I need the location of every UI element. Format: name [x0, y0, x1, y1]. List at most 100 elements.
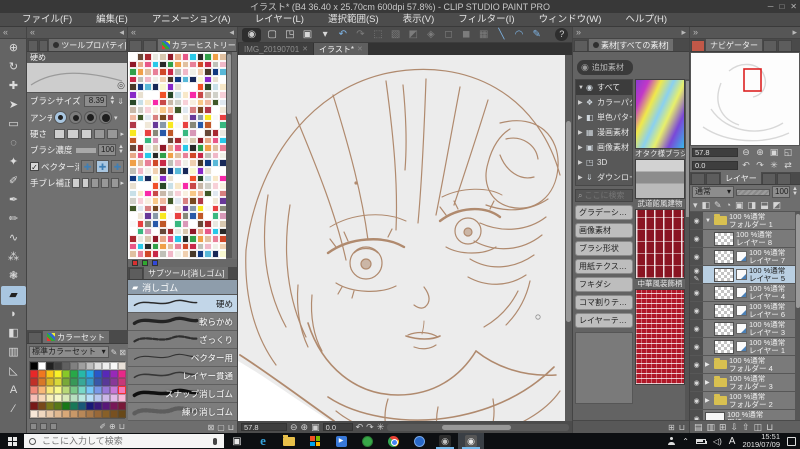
tab-material[interactable]: 素材[すべての素材]	[589, 39, 673, 51]
color-history-swatch[interactable]	[211, 83, 219, 91]
color-history-swatch[interactable]	[136, 60, 144, 69]
color-history-swatch[interactable]	[129, 189, 137, 198]
layer-row[interactable]: ◉ 100 %通常 レイヤー 4	[690, 284, 800, 302]
color-history-swatch[interactable]	[196, 174, 204, 183]
mask-icon[interactable]: ⬓	[760, 200, 769, 211]
color-set-swatch[interactable]	[30, 378, 38, 386]
menu-item-6[interactable]: 表示(V)	[391, 13, 447, 27]
color-history-swatch[interactable]	[211, 128, 219, 137]
color-history-swatch[interactable]	[144, 60, 152, 69]
color-history-swatch[interactable]	[136, 113, 144, 122]
color-history-swatch[interactable]	[181, 128, 189, 137]
chevron-left-icon[interactable]: ◂	[119, 27, 124, 38]
color-history-swatch[interactable]	[189, 121, 197, 129]
color-history-swatch[interactable]	[204, 159, 212, 167]
eraser-tool[interactable]: ▰	[1, 286, 26, 305]
color-history-swatch[interactable]	[204, 60, 212, 69]
merge-down-icon[interactable]: ⇩	[731, 422, 739, 433]
color-history-swatch[interactable]	[144, 128, 152, 137]
color-history-swatch[interactable]	[166, 128, 174, 137]
color-set-swatch[interactable]	[70, 410, 78, 418]
color-set-swatch[interactable]	[46, 378, 54, 386]
color-set-option-icon[interactable]	[50, 422, 57, 430]
material-thumbnail[interactable]	[635, 289, 685, 385]
color-history-swatch[interactable]	[204, 106, 212, 114]
material-tag-button[interactable]: レイヤーテンプレート	[575, 313, 633, 328]
reference-layer-icon[interactable]: ◔	[726, 200, 731, 210]
color-history-swatch[interactable]	[189, 189, 197, 198]
layer-visibility-gutter[interactable]: ◉	[690, 248, 703, 265]
color-set-swatch[interactable]	[78, 386, 86, 394]
stabilization-step[interactable]	[110, 178, 119, 188]
sub-tool-item[interactable]: レイヤー貫通	[128, 367, 237, 386]
material-tag-button[interactable]: 画像素材	[575, 223, 633, 238]
color-history-swatch[interactable]	[174, 189, 182, 198]
color-history-swatch[interactable]	[174, 250, 182, 259]
color-history-swatch[interactable]	[196, 204, 204, 213]
rotate-left-button[interactable]: ↶	[356, 422, 364, 432]
stabilization-step[interactable]	[101, 178, 109, 188]
stabilization-step[interactable]	[72, 178, 80, 188]
color-history-swatch[interactable]	[129, 182, 137, 190]
canvas-rotation-slider[interactable]: 0.0	[322, 423, 353, 431]
color-set-swatch[interactable]	[110, 386, 118, 394]
color-history-swatch[interactable]	[129, 128, 137, 137]
folder-expand-icon[interactable]: ▶	[705, 361, 712, 368]
color-history-swatch[interactable]	[211, 144, 219, 152]
color-history-swatch[interactable]	[189, 242, 197, 251]
volume-icon[interactable]: ◁)	[713, 437, 722, 446]
edit-color-set-icon[interactable]: ✎	[111, 348, 118, 357]
color-history-swatch[interactable]	[159, 227, 167, 236]
layer-row[interactable]: ◉ ▶ 100 %通常 フォルダー 4	[690, 356, 800, 374]
color-history-swatch[interactable]	[196, 235, 204, 243]
clip-studio-taskbar-button[interactable]: ◉	[432, 433, 458, 449]
ruler-icon[interactable]: ◩	[773, 200, 782, 211]
color-history-swatch[interactable]	[189, 250, 197, 259]
opacity-spinner[interactable]: ▲ ▼	[792, 186, 798, 197]
eye-icon[interactable]: ◉	[693, 379, 699, 387]
color-history-swatch[interactable]	[129, 144, 137, 152]
expand-selection-icon[interactable]: ◈	[424, 28, 438, 42]
lasso-tool[interactable]: ◌	[1, 134, 26, 153]
color-history-swatch[interactable]	[136, 204, 144, 213]
color-set-swatch[interactable]	[54, 394, 62, 402]
color-history-swatch[interactable]	[144, 68, 152, 76]
material-tag-button[interactable]: グラデーション	[575, 205, 633, 220]
color-history-swatch[interactable]	[196, 144, 204, 152]
color-history-swatch[interactable]	[174, 220, 182, 228]
color-set-swatch[interactable]	[118, 378, 126, 386]
color-history-swatch[interactable]	[181, 159, 189, 167]
color-history-swatch[interactable]	[166, 98, 174, 107]
color-history-swatch[interactable]	[129, 151, 137, 160]
layer-visibility-gutter[interactable]: ◉	[690, 284, 703, 301]
color-set-swatch[interactable]	[86, 410, 94, 418]
layer-visibility-gutter[interactable]: ◉	[690, 338, 703, 355]
color-set-swatch[interactable]	[62, 394, 70, 402]
color-history-swatch[interactable]	[144, 159, 152, 167]
color-history-swatch[interactable]	[181, 220, 189, 228]
vector-erase-checkbox[interactable]: ✓	[30, 162, 39, 172]
color-history-swatch[interactable]	[211, 197, 219, 205]
color-set-swatch[interactable]	[118, 410, 126, 418]
rotate-left-button[interactable]: ↶	[740, 160, 752, 171]
panel-tab-icon[interactable]	[143, 40, 157, 51]
color-history-swatch[interactable]	[144, 250, 152, 259]
menu-item-1[interactable]: ファイル(F)	[10, 13, 84, 27]
color-history-swatch[interactable]	[204, 75, 212, 84]
color-history-swatch[interactable]	[129, 121, 137, 129]
color-history-swatch[interactable]	[129, 98, 137, 107]
sub-tool-item[interactable]: ざっくり	[128, 331, 237, 350]
color-history-swatch[interactable]	[196, 182, 204, 190]
color-history-swatch[interactable]	[159, 98, 167, 107]
color-history-swatch[interactable]	[204, 83, 212, 91]
layer-row[interactable]: ◉ 100 %通常 レイヤー 3	[690, 320, 800, 338]
layer-row-body[interactable]: 100 %通常 レイヤー 5	[703, 266, 800, 283]
color-history-swatch[interactable]	[151, 204, 159, 213]
color-history-swatch[interactable]	[174, 204, 182, 213]
tab-color-history[interactable]: カラーヒストリー	[157, 39, 236, 51]
color-set-swatch[interactable]	[86, 362, 94, 370]
pen-tool[interactable]: ✒	[1, 191, 26, 210]
open-file-icon[interactable]: ◳	[283, 28, 297, 42]
color-history-swatch[interactable]	[174, 174, 182, 183]
color-set-swatch[interactable]	[86, 394, 94, 402]
